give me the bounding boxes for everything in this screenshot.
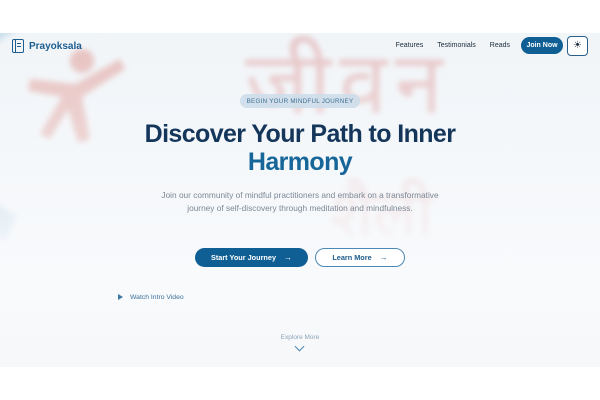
hero-title: Discover Your Path to Inner Harmony [0,120,600,176]
learn-more-label: Learn More [332,253,372,262]
brand-logo[interactable]: Prayoksala [12,39,82,53]
watch-intro-video-label: Watch Intro Video [130,293,184,301]
explore-more-link[interactable]: Explore More [0,334,600,341]
start-journey-label: Start Your Journey [210,253,276,262]
nav-link-features[interactable]: Features [396,42,424,49]
navbar: Prayoksala Features Testimonials Reads J… [0,33,600,61]
nav-link-reads[interactable]: Reads [490,42,510,49]
play-icon [117,294,123,300]
learn-more-button[interactable]: Learn More → [315,248,405,267]
theme-toggle-button[interactable]: ☀ [567,36,588,56]
hero-title-line-1: Discover Your Path to Inner [144,120,456,148]
book-icon [12,39,24,53]
hero-section: जीवन शैली Prayoksala Features Testimonia… [0,33,600,367]
nav-links: Features Testimonials Reads [396,42,510,49]
hero-title-line-2: Harmony [247,148,353,176]
watch-intro-video-link[interactable]: Watch Intro Video [116,293,184,301]
hero-badge: BEGIN YOUR MINDFUL JOURNEY [240,94,360,108]
start-journey-button[interactable]: Start Your Journey → [195,248,308,267]
hero-subtitle: Join our community of mindful practition… [161,190,439,213]
nav-link-testimonials[interactable]: Testimonials [437,42,476,49]
arrow-right-icon: → [379,252,388,262]
brand-name: Prayoksala [29,40,82,52]
sun-icon: ☀ [573,40,582,51]
join-now-button[interactable]: Join Now [521,37,563,54]
arrow-right-icon: → [284,252,292,262]
